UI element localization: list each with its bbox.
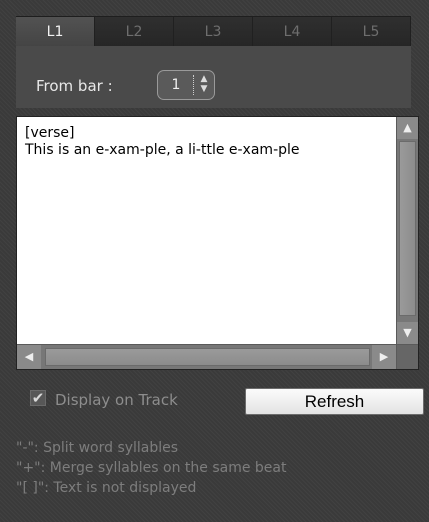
checkmark-icon: ✔ xyxy=(31,389,45,407)
display-on-track-checkbox[interactable]: ✔ xyxy=(30,390,46,406)
display-on-track-label[interactable]: Display on Track xyxy=(55,391,178,409)
refresh-button[interactable]: Refresh xyxy=(245,388,424,415)
lyrics-panel: L1 L2 L3 L4 L5 From bar : 1 ▲ ▼ [verse] T… xyxy=(0,0,429,522)
tab-content-header: From bar : 1 ▲ ▼ xyxy=(16,46,411,108)
arrow-left-icon[interactable]: ◀ xyxy=(17,345,41,369)
lyrics-editor: [verse] This is an e-xam-ple, a li-ttle … xyxy=(16,116,419,370)
from-bar-label: From bar : xyxy=(36,77,113,95)
help-line-merge: "+": Merge syllables on the same beat xyxy=(16,460,287,476)
vertical-scrollbar[interactable]: ▲ ▼ xyxy=(397,117,418,344)
vertical-scroll-thumb[interactable] xyxy=(399,141,416,316)
spinner-divider xyxy=(193,75,195,95)
arrow-right-icon[interactable]: ▶ xyxy=(372,345,396,369)
from-bar-spinner[interactable]: 1 ▲ ▼ xyxy=(157,70,215,100)
tab-l5[interactable]: L5 xyxy=(332,17,411,47)
arrow-up-icon[interactable]: ▲ xyxy=(397,117,418,139)
spin-up-down-icon[interactable]: ▲ ▼ xyxy=(196,74,212,96)
scrollbar-corner xyxy=(397,345,418,369)
tab-l2[interactable]: L2 xyxy=(95,17,174,47)
horizontal-scroll-thumb[interactable] xyxy=(45,348,370,366)
from-bar-value[interactable]: 1 xyxy=(158,71,194,99)
tab-l1[interactable]: L1 xyxy=(16,17,95,47)
lyrics-text-area[interactable]: [verse] This is an e-xam-ple, a li-ttle … xyxy=(17,117,396,344)
tab-l3[interactable]: L3 xyxy=(174,17,253,47)
lyrics-tab-bar: L1 L2 L3 L4 L5 xyxy=(16,16,411,47)
tab-l4[interactable]: L4 xyxy=(253,17,332,47)
horizontal-scrollbar[interactable]: ◀ ▶ xyxy=(17,345,396,369)
help-line-hidden: "[ ]": Text is not displayed xyxy=(16,480,197,496)
help-line-split: "-": Split word syllables xyxy=(16,440,179,456)
arrow-down-icon[interactable]: ▼ xyxy=(397,322,418,344)
